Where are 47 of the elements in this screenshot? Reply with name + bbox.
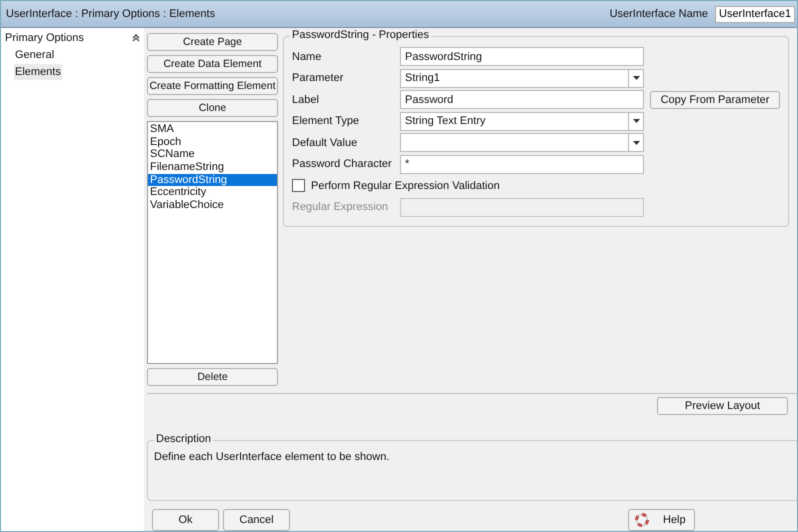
sidebar-heading[interactable]: Primary Options — [5, 32, 84, 44]
dropdown-field[interactable] — [400, 133, 644, 152]
field-label: Password Character — [292, 158, 393, 170]
dropdown-arrow-icon — [632, 140, 640, 144]
dropdown-arrow-icon — [632, 119, 640, 123]
sidebar-item[interactable]: General — [14, 47, 56, 63]
lifebuoy-icon — [635, 513, 649, 527]
field-label: Default Value — [292, 136, 358, 148]
help-button[interactable]: Help — [628, 509, 695, 531]
action-button[interactable]: Clone — [147, 99, 278, 117]
preview-button[interactable]: Preview Layout — [657, 396, 788, 415]
dropdown-field[interactable]: String Text Entry — [400, 112, 644, 130]
description-text: Define each UserInterface element to be shown. — [154, 450, 390, 463]
list-item[interactable]: SCName — [148, 148, 277, 162]
dropdown-field[interactable]: String1 — [400, 68, 644, 88]
list-item[interactable]: VariableChoice — [148, 199, 277, 212]
input-field[interactable]: Password — [400, 90, 644, 109]
action-button[interactable]: Create Data Element — [147, 55, 278, 73]
field-label: Parameter — [292, 72, 344, 84]
field-label: Label — [292, 94, 320, 106]
list-item[interactable]: SMA — [148, 123, 277, 136]
field-label: Regular Expression — [292, 201, 389, 213]
list-item[interactable]: Eccentricity — [148, 186, 277, 200]
list-item[interactable]: FilenameString — [148, 161, 277, 174]
checkbox[interactable] — [292, 179, 305, 192]
action-button[interactable]: Create Formatting Element — [147, 77, 278, 95]
dialog-button[interactable]: Ok — [152, 509, 219, 531]
name-field[interactable]: UserInterface1 — [715, 6, 795, 22]
group-title: PasswordString - Properties — [290, 29, 431, 41]
window-title: UserInterface : Primary Options : Elements — [6, 8, 216, 20]
field-label: Element Type — [292, 115, 360, 127]
input-field[interactable] — [400, 198, 644, 216]
list-item[interactable]: Epoch — [148, 136, 277, 148]
field-label: Name — [292, 50, 322, 62]
input-field[interactable]: PasswordString — [400, 47, 644, 66]
sidebar-item[interactable]: Elements — [14, 64, 62, 80]
delete-button[interactable]: Delete — [147, 368, 278, 386]
copy-button[interactable]: Copy From Parameter — [650, 90, 780, 108]
input-field[interactable]: * — [400, 154, 644, 174]
collapse-icon[interactable] — [132, 34, 140, 42]
dialog-button[interactable]: Cancel — [223, 509, 290, 531]
name-label: UserInterface Name — [610, 8, 708, 20]
dropdown-arrow-icon — [632, 76, 640, 80]
action-button[interactable]: Create Page — [147, 33, 278, 51]
group-title: Description — [154, 432, 214, 445]
list-item[interactable]: PasswordString — [148, 174, 277, 186]
checkbox-label[interactable]: Perform Regular Expression Validation — [311, 180, 500, 192]
